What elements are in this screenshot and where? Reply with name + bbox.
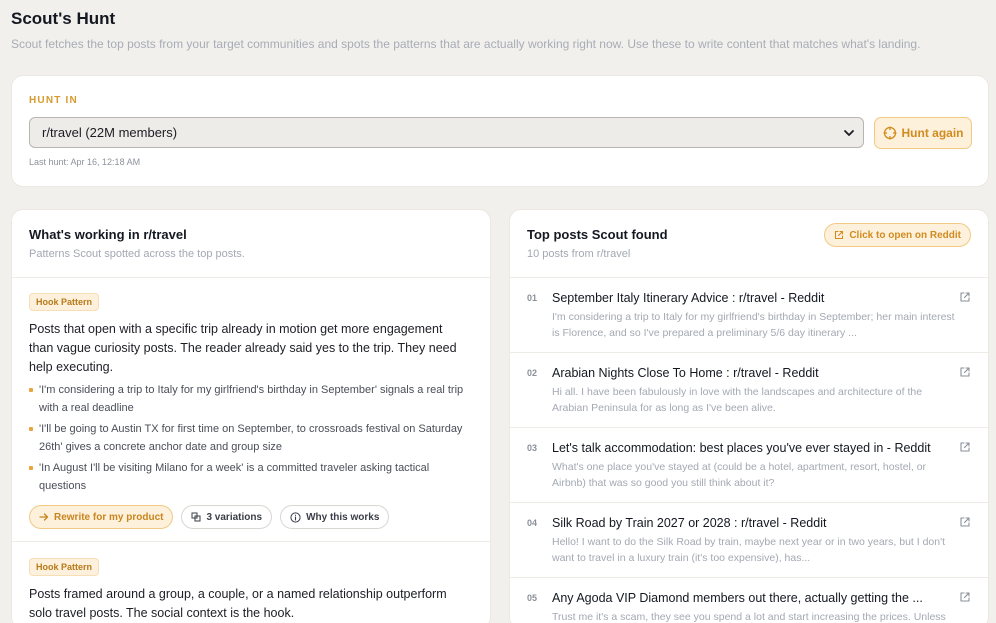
variations-label: 3 variations	[206, 511, 263, 523]
community-select-value: r/travel (22M members)	[42, 125, 178, 140]
external-link-icon[interactable]	[959, 441, 971, 453]
post-item[interactable]: 01 September Italy Itinerary Advice : r/…	[510, 278, 988, 353]
whats-working-panel: What's working in r/travel Patterns Scou…	[11, 209, 491, 623]
pattern-example-text: 'I'm considering a trip to Italy for my …	[39, 384, 464, 414]
crosshair-icon	[883, 126, 897, 140]
bullet-icon	[29, 427, 33, 431]
whats-working-subtitle: Patterns Scout spotted across the top po…	[29, 248, 245, 260]
pattern-card: Hook Pattern Posts that open with a spec…	[12, 292, 490, 529]
bullet-icon	[29, 388, 33, 392]
external-link-icon	[834, 230, 844, 240]
variations-button[interactable]: 3 variations	[181, 505, 273, 529]
post-title[interactable]: Silk Road by Train 2027 or 2028 : r/trav…	[552, 516, 826, 530]
open-on-reddit-label: Click to open on Reddit	[849, 229, 961, 241]
pattern-example-text: 'In August I'll be visiting Milano for a…	[39, 462, 430, 492]
top-posts-subtitle: 10 posts from r/travel	[527, 248, 631, 260]
pattern-tag: Hook Pattern	[29, 558, 100, 576]
pattern-body: Posts that open with a specific trip alr…	[29, 322, 457, 374]
pattern-example-text: 'I'll be going to Austin TX for first ti…	[39, 423, 463, 453]
last-hunt-timestamp: Last hunt: Apr 16, 12:18 AM	[29, 157, 141, 167]
post-item[interactable]: 05 Any Agoda VIP Diamond members out the…	[510, 578, 988, 623]
info-icon	[290, 511, 301, 523]
chevron-down-icon	[843, 127, 855, 139]
page-subtitle: Scout fetches the top posts from your ta…	[11, 37, 921, 51]
external-link-icon[interactable]	[959, 591, 971, 603]
post-number: 03	[527, 443, 538, 453]
post-title[interactable]: Any Agoda VIP Diamond members out there,…	[552, 591, 923, 605]
post-snippet: Hi all. I have been fabulously in love w…	[552, 386, 923, 414]
post-title[interactable]: September Italy Itinerary Advice : r/tra…	[552, 291, 824, 305]
hunt-in-label: HUNT IN	[29, 95, 78, 106]
copy-icon	[191, 512, 201, 522]
post-snippet: What's one place you've stayed at (could…	[552, 461, 927, 489]
pattern-tag: Hook Pattern	[29, 293, 100, 311]
post-snippet: I'm considering a trip to Italy for my g…	[552, 311, 955, 339]
why-this-works-button[interactable]: Why this works	[280, 505, 390, 529]
post-item[interactable]: 04 Silk Road by Train 2027 or 2028 : r/t…	[510, 503, 988, 578]
pattern-example: 'I'll be going to Austin TX for first ti…	[29, 420, 469, 456]
pattern-example: 'I'm considering a trip to Italy for my …	[29, 381, 469, 417]
post-number: 01	[527, 293, 538, 303]
post-number: 04	[527, 518, 538, 528]
post-item[interactable]: 03 Let's talk accommodation: best places…	[510, 428, 988, 503]
post-snippet: Trust me it's a scam, they see you spend…	[552, 611, 946, 623]
open-on-reddit-button[interactable]: Click to open on Reddit	[824, 223, 971, 247]
pattern-examples: 'I'm considering a trip to Italy for my …	[29, 381, 473, 495]
post-number: 02	[527, 368, 538, 378]
why-label: Why this works	[306, 511, 380, 523]
page-title: Scout's Hunt	[11, 9, 116, 28]
pattern-actions: Rewrite for my product 3 variations Why …	[29, 505, 473, 529]
hunt-card: HUNT IN r/travel (22M members) Hunt agai…	[11, 75, 989, 187]
post-number: 05	[527, 593, 538, 603]
hunt-again-label: Hunt again	[901, 126, 964, 140]
whats-working-title: What's working in r/travel	[29, 227, 187, 242]
post-snippet: Hello! I want to do the Silk Road by tra…	[552, 536, 946, 564]
top-posts-panel: Top posts Scout found 10 posts from r/tr…	[509, 209, 989, 623]
post-title[interactable]: Arabian Nights Close To Home : r/travel …	[552, 366, 819, 380]
divider	[12, 541, 490, 542]
post-item[interactable]: 02 Arabian Nights Close To Home : r/trav…	[510, 353, 988, 428]
rewrite-label: Rewrite for my product	[54, 511, 164, 523]
top-posts-title: Top posts Scout found	[527, 227, 668, 242]
pattern-card: Hook Pattern Posts framed around a group…	[12, 557, 490, 623]
arrow-right-icon	[39, 512, 49, 522]
rewrite-for-my-product-button[interactable]: Rewrite for my product	[29, 505, 174, 529]
post-title[interactable]: Let's talk accommodation: best places yo…	[552, 441, 931, 455]
community-select[interactable]: r/travel (22M members)	[29, 117, 864, 148]
external-link-icon[interactable]	[959, 291, 971, 303]
divider	[12, 277, 490, 278]
hunt-again-button[interactable]: Hunt again	[874, 117, 972, 149]
pattern-body: Posts framed around a group, a couple, o…	[29, 587, 447, 620]
external-link-icon[interactable]	[959, 516, 971, 528]
external-link-icon[interactable]	[959, 366, 971, 378]
bullet-icon	[29, 466, 33, 470]
pattern-example: 'In August I'll be visiting Milano for a…	[29, 459, 469, 495]
